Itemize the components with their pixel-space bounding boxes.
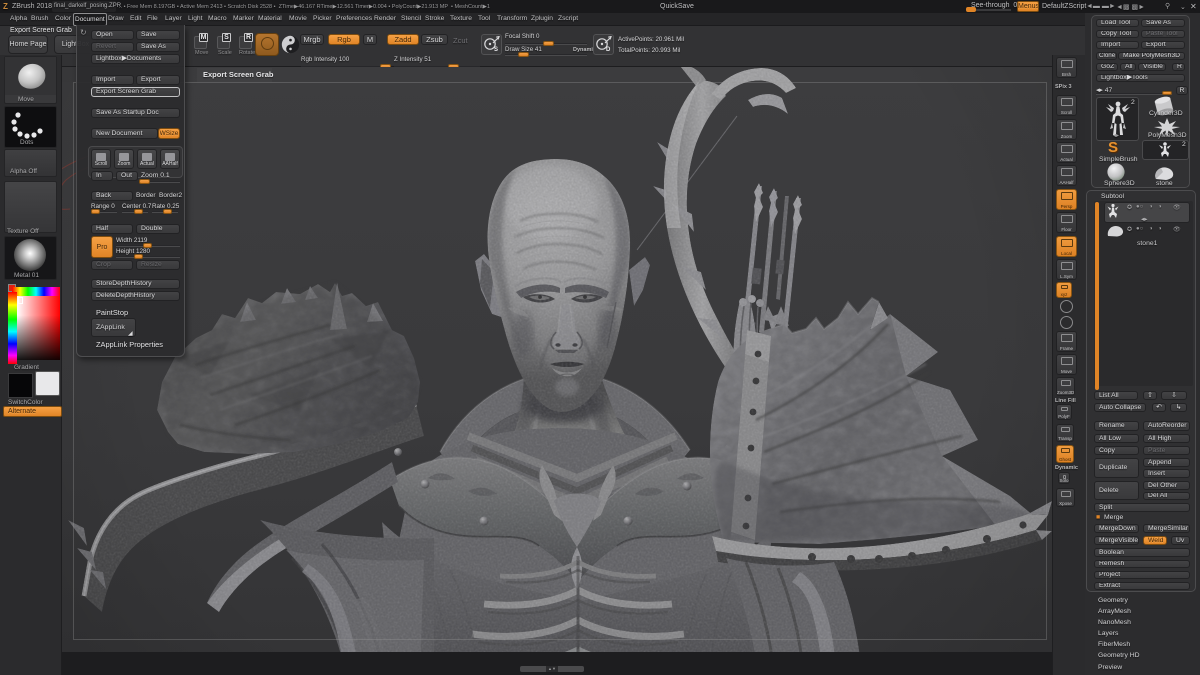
svg-text:S: S bbox=[494, 47, 498, 53]
svg-text:D: D bbox=[606, 47, 611, 53]
